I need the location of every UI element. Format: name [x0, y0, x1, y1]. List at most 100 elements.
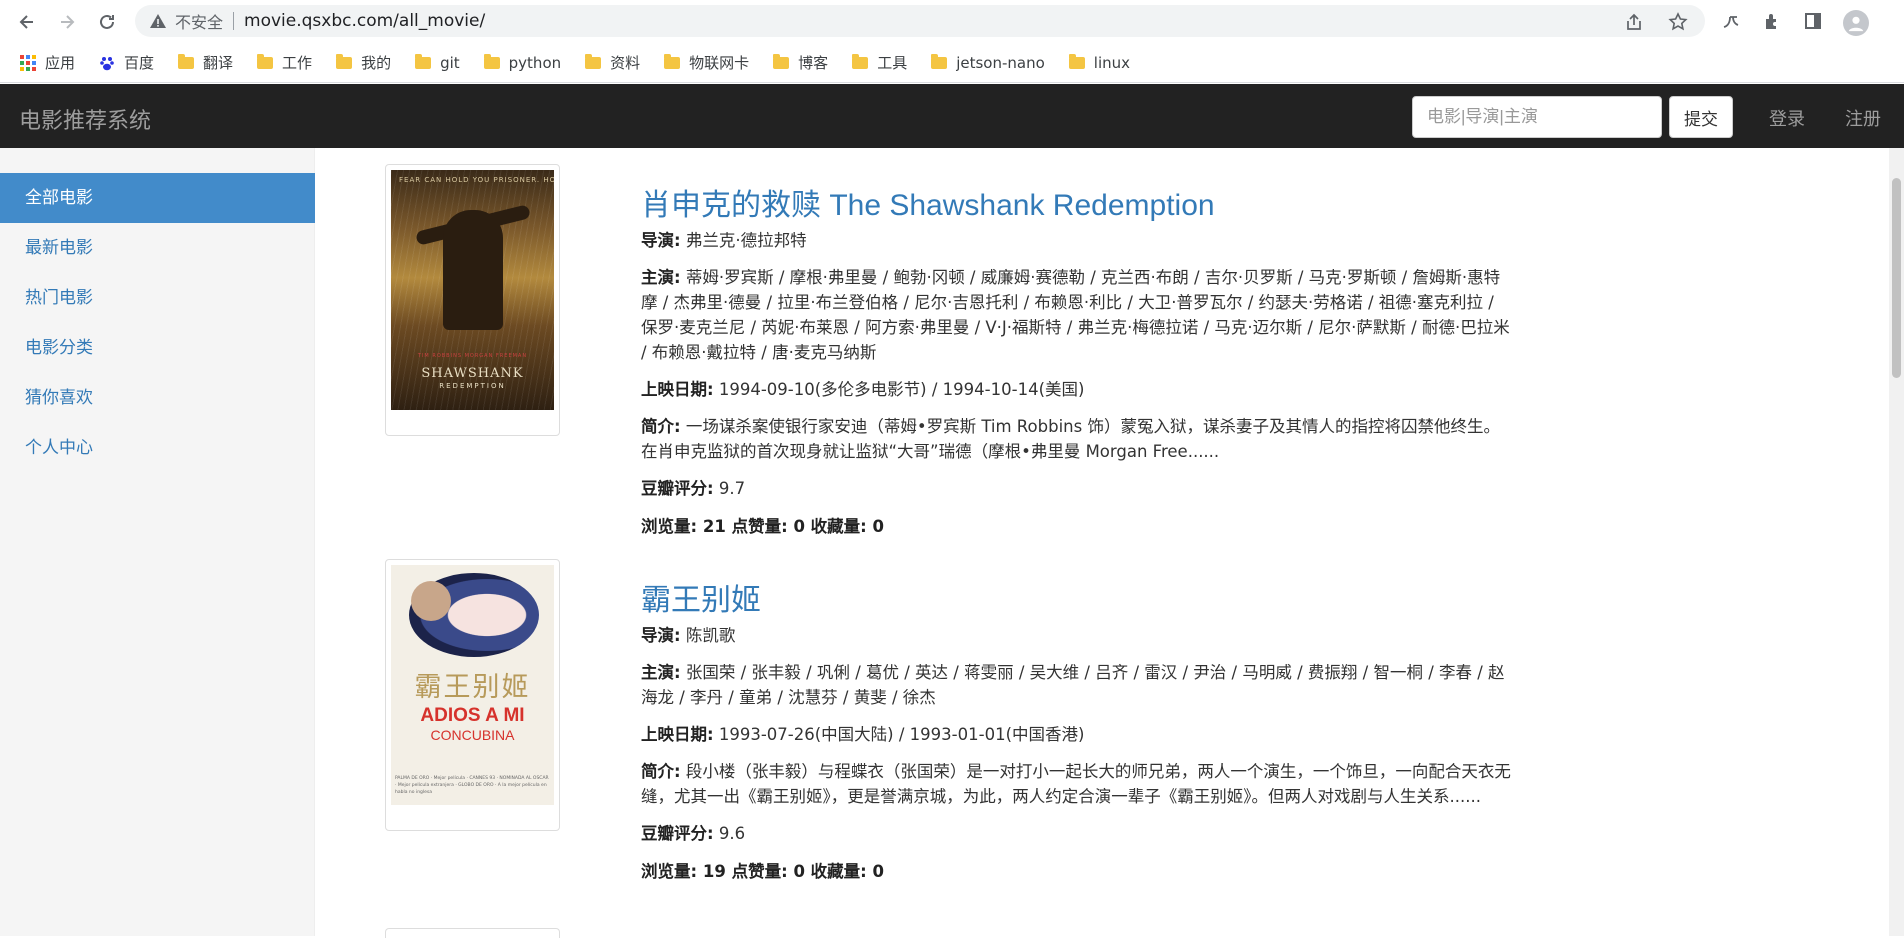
bookmark-label: git: [440, 53, 460, 72]
profile-avatar-icon[interactable]: [1843, 10, 1869, 36]
site-brand[interactable]: 电影推荐系统: [19, 103, 151, 135]
bookmark-label: python: [508, 53, 562, 72]
rating-value: 9.6: [718, 824, 746, 843]
url-text[interactable]: movie.qsxbc.com/all_movie/: [244, 11, 485, 31]
bookmark-apps[interactable]: 应用: [20, 52, 75, 73]
movie-poster[interactable]: FEAR CAN HOLD YOU PRISONER. HOPE CAN SET…: [385, 164, 560, 436]
folder-icon: [336, 53, 353, 69]
reload-icon[interactable]: [94, 9, 120, 35]
release-label: 上映日期:: [641, 380, 714, 399]
sidebar-item-all-movies[interactable]: 全部电影: [0, 173, 315, 223]
bookmark-label: 我的: [361, 54, 392, 72]
bookmark-label: 百度: [124, 54, 155, 72]
browser-toolbar: 不安全 movie.qsxbc.com/all_movie/: [0, 0, 1904, 43]
bookmark-folder[interactable]: 翻译: [178, 52, 233, 73]
sidebar-item-hot-movies[interactable]: 热门电影: [0, 273, 315, 323]
movie-info: 肖申克的救赎 The Shawshank Redemption 导演: 弗兰克·…: [641, 186, 1511, 537]
favorites-label: 收藏量:: [810, 862, 867, 881]
folder-icon: [931, 53, 948, 69]
cast-value: 张国荣 / 张丰毅 / 巩俐 / 葛优 / 英达 / 蒋雯丽 / 吴大维 / 吕…: [641, 663, 1505, 707]
bookmark-folder[interactable]: 工作: [257, 52, 312, 73]
scrollbar-thumb[interactable]: [1892, 178, 1901, 378]
bookmark-folder[interactable]: jetson-nano: [931, 53, 1045, 72]
bookmark-folder[interactable]: 资料: [585, 52, 640, 73]
page-scrollbar[interactable]: [1889, 148, 1904, 936]
summary-label: 简介:: [641, 762, 681, 781]
register-link[interactable]: 注册: [1845, 105, 1881, 131]
director-value: 弗兰克·德拉邦特: [685, 231, 807, 250]
bookmark-baidu[interactable]: 百度: [99, 52, 154, 73]
rating-value: 9.7: [718, 479, 746, 498]
likes-label: 点赞量:: [731, 862, 788, 881]
favorites-value: 0: [872, 862, 885, 881]
poster-subtitle: CONCUBINA: [430, 727, 515, 743]
favorites-label: 收藏量:: [810, 517, 867, 536]
movie-title-link[interactable]: 肖申克的救赎 The Shawshank Redemption: [641, 186, 1511, 226]
summary-row: 简介: 一场谋杀案使银行家安迪（蒂姆•罗宾斯 Tim Robbins 饰）蒙冤入…: [641, 414, 1511, 464]
apps-icon: [20, 54, 36, 71]
bookmark-folder[interactable]: git: [415, 53, 460, 72]
release-value: 1994-09-10(多伦多电影节) / 1994-10-14(美国): [718, 380, 1085, 399]
movie-title-link[interactable]: 霸王别姬: [641, 581, 1511, 621]
summary-label: 简介:: [641, 417, 681, 436]
bookmark-folder[interactable]: 博客: [773, 52, 828, 73]
sidebar-item-recommendations[interactable]: 猜你喜欢: [0, 373, 315, 423]
cast-row: 主演: 张国荣 / 张丰毅 / 巩俐 / 葛优 / 英达 / 蒋雯丽 / 吴大维…: [641, 660, 1511, 710]
warning-icon[interactable]: [149, 12, 167, 30]
poster-image: FEAR CAN HOLD YOU PRISONER. HOPE CAN SET…: [391, 170, 554, 410]
rating-label: 豆瓣评分:: [641, 824, 714, 843]
rating-row: 豆瓣评分: 9.7: [641, 476, 1511, 501]
movie-poster[interactable]: 霸王别姬 ADIOS A MI CONCUBINA PALMA DE ORO ·…: [385, 559, 560, 831]
cast-value: 蒂姆·罗宾斯 / 摩根·弗里曼 / 鲍勃·冈顿 / 威廉姆·赛德勒 / 克兰西·…: [641, 268, 1510, 362]
bookmarks-bar: 应用 百度 翻译 工作 我的 git python 资料 物联网卡 博客 工具 …: [0, 43, 1904, 83]
bookmark-label: 资料: [610, 54, 641, 72]
likes-value: 0: [793, 862, 805, 881]
summary-row: 简介: 段小楼（张丰毅）与程蝶衣（张国荣）是一对打小一起长大的师兄弟，两人一个演…: [641, 759, 1511, 809]
sidebar-item-latest-movies[interactable]: 最新电影: [0, 223, 315, 273]
release-label: 上映日期:: [641, 725, 714, 744]
views-value: 19: [702, 862, 726, 881]
bookmark-label: 工作: [282, 54, 313, 72]
views-label: 浏览量:: [641, 517, 698, 536]
movie-info: 霸王别姬 导演: 陈凯歌 主演: 张国荣 / 张丰毅 / 巩俐 / 葛优 / 英…: [641, 581, 1511, 882]
bookmark-label: 博客: [798, 54, 829, 72]
baidu-icon: [99, 55, 115, 71]
poster-title: SHAWSHANK: [421, 366, 524, 381]
bookmark-label: 物联网卡: [689, 54, 750, 72]
translate-extension-icon[interactable]: [1720, 10, 1742, 32]
bookmark-label: jetson-nano: [956, 53, 1045, 72]
director-row: 导演: 陈凯歌: [641, 623, 1511, 648]
star-icon[interactable]: [1667, 11, 1689, 33]
stats-row: 浏览量: 19 点赞量: 0 收藏量: 0: [641, 858, 1511, 882]
summary-value: 一场谋杀案使银行家安迪（蒂姆•罗宾斯 Tim Robbins 饰）蒙冤入狱，谋杀…: [641, 417, 1500, 461]
movie-poster[interactable]: [385, 928, 560, 938]
poster-fine-print: PALMA DE ORO · Mejor película · CANNES 9…: [395, 776, 549, 795]
cast-row: 主演: 蒂姆·罗宾斯 / 摩根·弗里曼 / 鲍勃·冈顿 / 威廉姆·赛德勒 / …: [641, 265, 1511, 365]
extensions-icon[interactable]: [1761, 10, 1783, 32]
bookmark-folder[interactable]: 工具: [852, 52, 907, 73]
address-bar[interactable]: 不安全 movie.qsxbc.com/all_movie/: [135, 5, 1705, 37]
director-label: 导演:: [641, 231, 681, 250]
sidebar-item-profile[interactable]: 个人中心: [0, 423, 315, 473]
folder-icon: [483, 53, 500, 69]
bookmark-folder[interactable]: python: [483, 53, 562, 72]
bookmark-label: 应用: [45, 54, 76, 72]
forward-icon[interactable]: [54, 9, 80, 35]
side-panel-icon[interactable]: [1802, 10, 1824, 32]
poster-tagline: FEAR CAN HOLD YOU PRISONER. HOPE CAN SET…: [399, 176, 554, 184]
search-input[interactable]: [1412, 96, 1662, 138]
cast-label: 主演:: [641, 268, 681, 287]
submit-button[interactable]: 提交: [1669, 96, 1733, 138]
release-row: 上映日期: 1994-09-10(多伦多电影节) / 1994-10-14(美国…: [641, 377, 1511, 402]
bookmark-folder[interactable]: 物联网卡: [664, 52, 749, 73]
bookmark-folder[interactable]: linux: [1068, 53, 1131, 72]
back-icon[interactable]: [14, 9, 40, 35]
bookmark-label: linux: [1093, 53, 1131, 72]
views-value: 21: [702, 517, 726, 536]
bookmark-folder[interactable]: 我的: [336, 52, 391, 73]
sidebar-item-categories[interactable]: 电影分类: [0, 323, 315, 373]
security-label[interactable]: 不安全: [175, 9, 223, 33]
share-icon[interactable]: [1623, 11, 1645, 33]
stats-row: 浏览量: 21 点赞量: 0 收藏量: 0: [641, 513, 1511, 537]
login-link[interactable]: 登录: [1769, 105, 1805, 131]
